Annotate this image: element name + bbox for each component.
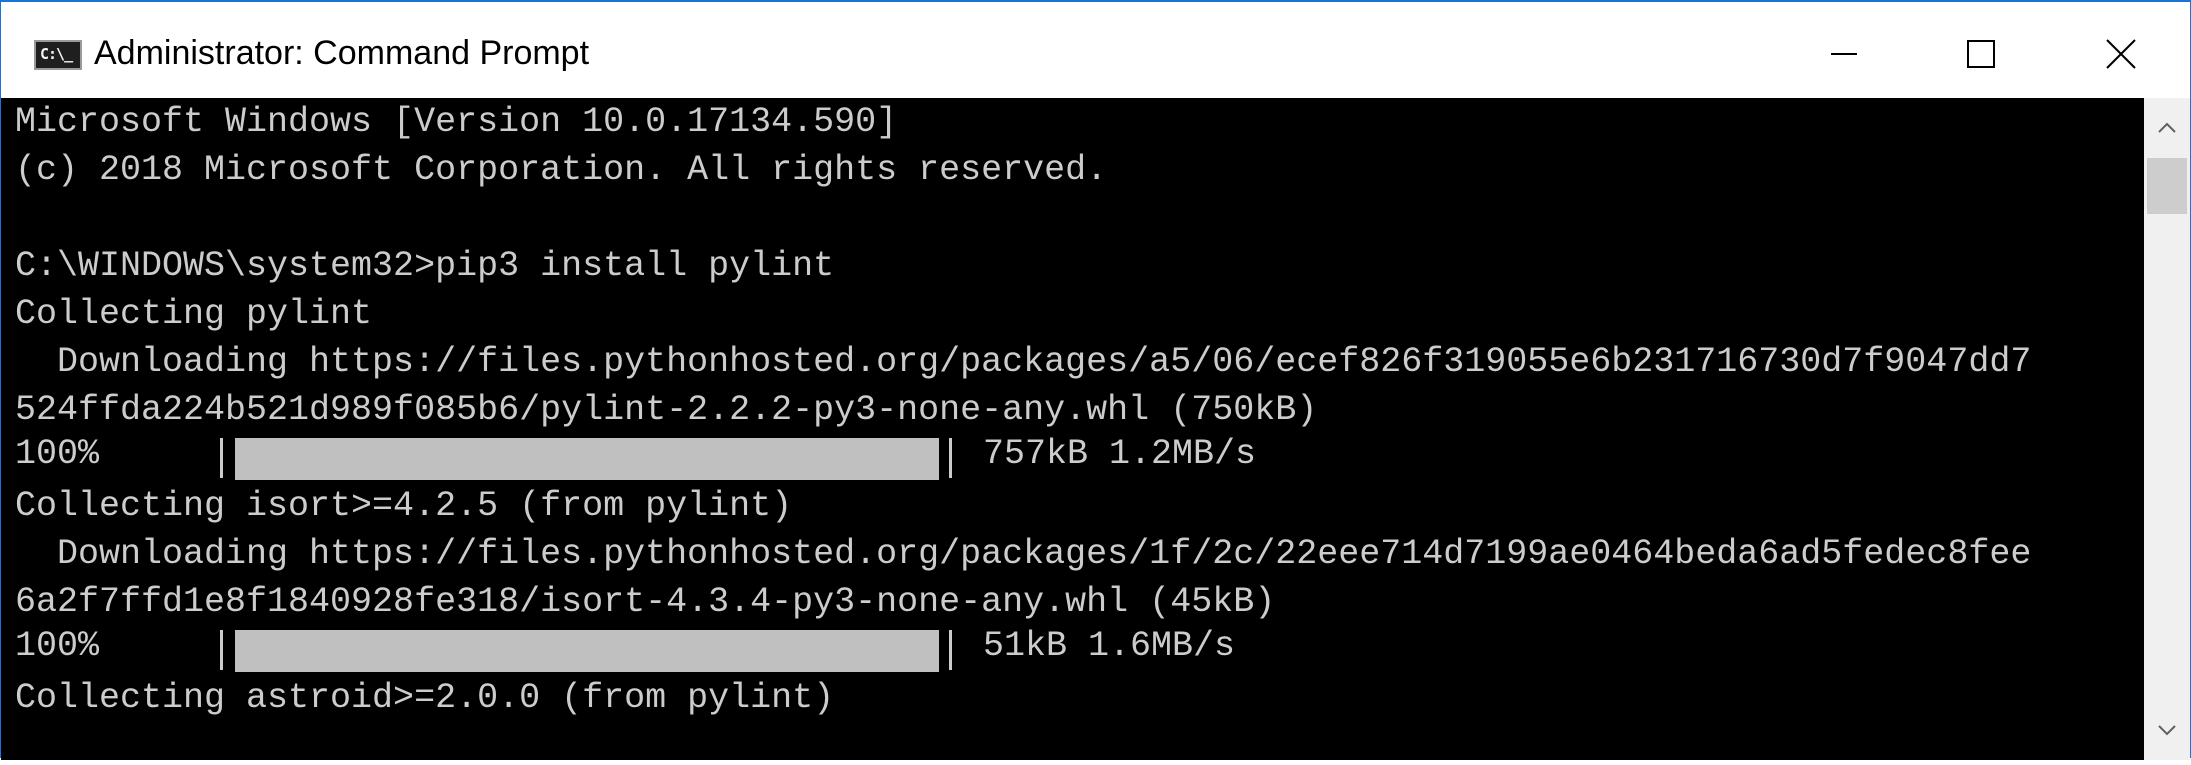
maximize-button[interactable] bbox=[1912, 2, 2050, 98]
console-line: Collecting astroid>=2.0.0 (from pylint) bbox=[15, 678, 835, 718]
console-line: (c) 2018 Microsoft Corporation. All righ… bbox=[15, 150, 1108, 190]
console-line: 524ffda224b521d989f085b6/pylint-2.2.2-py… bbox=[15, 390, 1318, 430]
console-line: 6a2f7ffd1e8f1840928fe318/isort-4.3.4-py3… bbox=[15, 582, 1276, 622]
progress-percent: 100% bbox=[15, 434, 100, 474]
progress-percent: 100% bbox=[15, 626, 100, 666]
close-button[interactable] bbox=[2050, 2, 2191, 98]
cmd-icon[interactable]: C:\_ bbox=[34, 40, 82, 70]
window-title: Administrator: Command Prompt bbox=[94, 34, 590, 72]
vertical-scrollbar[interactable] bbox=[2144, 98, 2190, 760]
title-bar[interactable]: C:\_ Administrator: Command Prompt bbox=[1, 2, 2190, 98]
console-line: Downloading https://files.pythonhosted.o… bbox=[15, 342, 2032, 382]
progress-bar-right-edge bbox=[949, 630, 952, 670]
progress-bar-left-edge bbox=[220, 630, 223, 670]
console-line: Microsoft Windows [Version 10.0.17134.59… bbox=[15, 102, 898, 142]
console-output[interactable]: Microsoft Windows [Version 10.0.17134.59… bbox=[1, 98, 2144, 760]
close-icon bbox=[2106, 39, 2136, 69]
console-line: Downloading https://files.pythonhosted.o… bbox=[15, 534, 2032, 574]
console-line: Collecting isort>=4.2.5 (from pylint) bbox=[15, 486, 793, 526]
console-line: C:\WINDOWS\system32>pip3 install pylint bbox=[15, 246, 835, 286]
scroll-down-button[interactable] bbox=[2144, 704, 2190, 760]
scroll-up-button[interactable] bbox=[2144, 98, 2190, 154]
chevron-down-icon bbox=[2158, 725, 2176, 736]
command-prompt-window: C:\_ Administrator: Command Prompt Micro… bbox=[0, 0, 2191, 760]
scroll-thumb[interactable] bbox=[2147, 158, 2187, 214]
progress-bar-fill bbox=[235, 630, 939, 672]
minimize-button[interactable] bbox=[1774, 2, 1912, 98]
cmd-icon-text: C:\_ bbox=[40, 45, 73, 63]
progress-bar-right-edge bbox=[949, 438, 952, 478]
progress-bar-fill bbox=[235, 438, 939, 480]
minimize-icon bbox=[1831, 53, 1857, 55]
maximize-icon bbox=[1967, 40, 1995, 68]
console-line: Collecting pylint bbox=[15, 294, 373, 334]
progress-rate: 51kB 1.6MB/s bbox=[983, 626, 1236, 666]
chevron-up-icon bbox=[2158, 122, 2176, 133]
progress-rate: 757kB 1.2MB/s bbox=[983, 434, 1257, 474]
progress-bar-left-edge bbox=[220, 438, 223, 478]
